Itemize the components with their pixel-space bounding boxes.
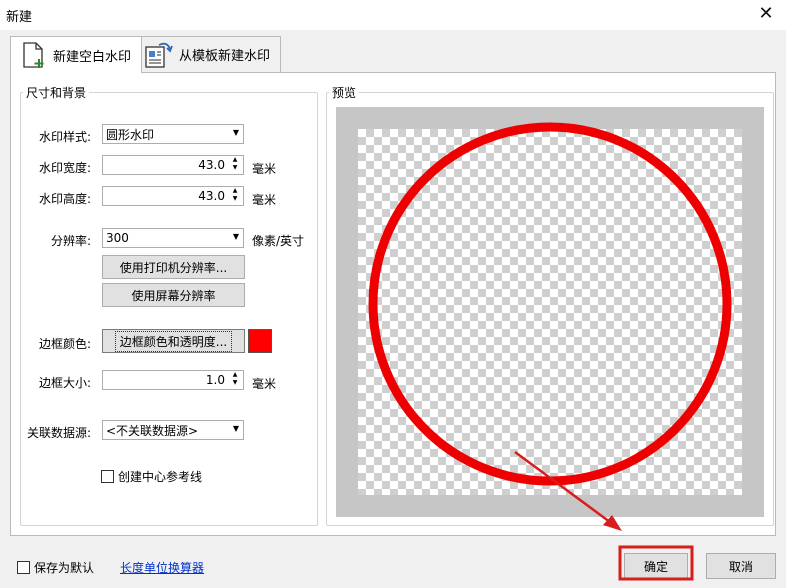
save-default-checkbox[interactable] bbox=[17, 561, 30, 574]
border-size-unit: 毫米 bbox=[252, 377, 277, 391]
preview-canvas bbox=[336, 107, 764, 517]
window-title: 新建 bbox=[6, 10, 33, 25]
style-select-value: 圆形水印 bbox=[106, 127, 155, 142]
resolution-value: 300 bbox=[106, 231, 129, 245]
tab-from-template[interactable]: 从模板新建水印 bbox=[134, 36, 282, 72]
width-stepper[interactable]: 43.0 ▲ ▼ bbox=[102, 155, 244, 175]
spin-arrows-icon[interactable]: ▲ ▼ bbox=[229, 156, 241, 174]
new-document-icon bbox=[23, 42, 44, 68]
height-label: 水印高度: bbox=[39, 192, 92, 206]
center-guides-label: 创建中心参考线 bbox=[118, 470, 203, 484]
spin-arrows-icon[interactable]: ▲ ▼ bbox=[229, 371, 241, 389]
tab-new-blank[interactable]: 新建空白水印 bbox=[10, 36, 143, 73]
style-label: 水印样式: bbox=[39, 130, 92, 144]
width-label: 水印宽度: bbox=[39, 161, 92, 175]
height-unit: 毫米 bbox=[252, 193, 277, 207]
close-icon[interactable]: ✕ bbox=[746, 0, 786, 30]
size-background-legend: 尺寸和背景 bbox=[26, 86, 87, 100]
datasource-select[interactable]: <不关联数据源> ▼ bbox=[102, 420, 244, 440]
ok-button[interactable]: 确定 bbox=[624, 553, 688, 579]
height-stepper[interactable]: 43.0 ▲ ▼ bbox=[102, 186, 244, 206]
center-guides-checkbox[interactable] bbox=[101, 470, 114, 483]
template-icon bbox=[145, 42, 173, 68]
style-select[interactable]: 圆形水印 ▼ bbox=[102, 124, 244, 144]
border-color-label: 边框颜色: bbox=[39, 337, 92, 351]
border-color-swatch[interactable] bbox=[248, 329, 272, 353]
tab-new-blank-label: 新建空白水印 bbox=[53, 49, 132, 65]
save-default-label: 保存为默认 bbox=[34, 561, 95, 575]
center-guides-row[interactable]: 创建中心参考线 bbox=[101, 468, 202, 485]
preview-legend: 预览 bbox=[332, 86, 357, 100]
use-printer-resolution-button[interactable]: 使用打印机分辨率... bbox=[102, 255, 245, 279]
datasource-value: <不关联数据源> bbox=[106, 423, 199, 438]
spin-arrows-icon[interactable]: ▲ ▼ bbox=[229, 187, 241, 205]
tab-from-template-label: 从模板新建水印 bbox=[179, 49, 271, 64]
border-size-value: 1.0 bbox=[205, 373, 225, 387]
resolution-select[interactable]: 300 ▼ bbox=[102, 228, 244, 248]
title-bar: 新建 ✕ bbox=[0, 0, 786, 30]
height-value: 43.0 bbox=[198, 189, 225, 203]
unit-converter-link[interactable]: 长度单位换算器 bbox=[120, 559, 204, 576]
border-color-button[interactable]: 边框颜色和透明度... bbox=[102, 329, 245, 353]
watermark-circle bbox=[368, 122, 732, 486]
cancel-button[interactable]: 取消 bbox=[706, 553, 776, 579]
save-default-row[interactable]: 保存为默认 bbox=[17, 559, 94, 576]
use-screen-resolution-button[interactable]: 使用屏幕分辨率 bbox=[102, 283, 245, 307]
datasource-label: 关联数据源: bbox=[27, 426, 92, 440]
resolution-label: 分辨率: bbox=[51, 234, 92, 248]
resolution-unit: 像素/英寸 bbox=[252, 234, 305, 248]
chevron-down-icon: ▼ bbox=[232, 232, 239, 241]
width-unit: 毫米 bbox=[252, 162, 277, 176]
border-color-button-label: 边框颜色和透明度... bbox=[114, 330, 233, 352]
border-size-stepper[interactable]: 1.0 ▲ ▼ bbox=[102, 370, 244, 390]
border-size-label: 边框大小: bbox=[39, 376, 92, 390]
chevron-down-icon: ▼ bbox=[232, 128, 239, 137]
chevron-down-icon: ▼ bbox=[232, 424, 239, 433]
width-value: 43.0 bbox=[198, 158, 225, 172]
